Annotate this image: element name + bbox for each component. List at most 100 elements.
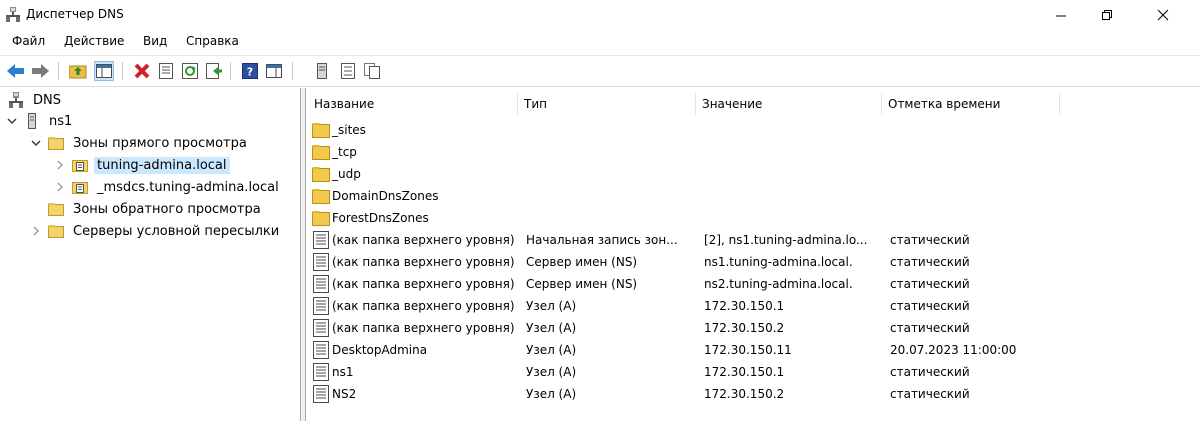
tree-node-label: tuning-admina.local xyxy=(94,156,230,174)
record-name: ForestDnsZones xyxy=(332,211,429,225)
record-name: ns1 xyxy=(332,365,354,379)
export-icon xyxy=(206,63,222,79)
tree-node-reverse-lookup-zones[interactable]: Зоны обратного просмотра xyxy=(48,199,264,219)
folder-icon xyxy=(312,211,330,226)
delete-button[interactable] xyxy=(132,61,152,81)
copy-button[interactable] xyxy=(362,61,382,81)
column-header-timestamp[interactable]: Отметка времени xyxy=(884,93,1060,115)
table-row[interactable]: (как папка верхнего уровня) Начальная зап… xyxy=(306,229,1200,251)
chevron-right-icon[interactable] xyxy=(54,181,66,193)
table-row[interactable]: _tcp xyxy=(306,141,1200,163)
tree-node-forward-lookup-zones[interactable]: Зоны прямого просмотра xyxy=(30,133,250,153)
minimize-button[interactable] xyxy=(1038,0,1084,30)
table-row[interactable]: ns1 Узел (A) 172.30.150.1 статический xyxy=(306,361,1200,383)
records-list: Название Тип Значение Отметка времени _s… xyxy=(306,88,1200,421)
toolbar-separator xyxy=(292,62,293,80)
chevron-right-icon[interactable] xyxy=(54,159,66,171)
restore-button[interactable] xyxy=(1084,0,1130,30)
menu-file[interactable]: Файл xyxy=(12,34,45,48)
chevron-down-icon[interactable] xyxy=(30,137,42,149)
chevron-right-icon[interactable] xyxy=(30,225,42,237)
column-header-name[interactable]: Название xyxy=(310,93,518,115)
tree-node-label: Серверы условной пересылки xyxy=(73,223,280,239)
help-button[interactable]: ? xyxy=(240,61,260,81)
column-header-type[interactable]: Тип xyxy=(520,93,696,115)
folder-icon xyxy=(48,137,64,150)
table-row[interactable]: (как папка верхнего уровня) Узел (A) 172.3… xyxy=(306,317,1200,339)
refresh-icon xyxy=(182,63,198,79)
delete-icon xyxy=(134,63,150,79)
tree-node-zone-tuning-admina-local[interactable]: tuning-admina.local xyxy=(54,155,230,175)
table-row[interactable]: _udp xyxy=(306,163,1200,185)
record-name-cell: (как папка верхнего уровня) xyxy=(312,317,515,339)
export-list-button[interactable] xyxy=(204,61,224,81)
record-type: Узел (A) xyxy=(526,299,577,313)
back-button[interactable] xyxy=(6,61,26,81)
tree-node-conditional-forwarders[interactable]: Серверы условной пересылки xyxy=(30,221,282,241)
record-icon xyxy=(313,253,329,271)
record-name: (как папка верхнего уровня) xyxy=(332,277,515,291)
record-name: DesktopAdmina xyxy=(332,343,428,357)
record-name: (как папка верхнего уровня) xyxy=(332,321,515,335)
toolbar-separator xyxy=(122,62,123,80)
forward-arrow-icon xyxy=(32,64,49,78)
table-row[interactable]: _sites xyxy=(306,119,1200,141)
record-name-cell: (как папка верхнего уровня) xyxy=(312,251,515,273)
new-server-button[interactable] xyxy=(312,61,332,81)
tree-node-ns1[interactable]: ns1 xyxy=(6,111,75,131)
restore-icon xyxy=(1102,10,1112,20)
record-timestamp: статический xyxy=(890,277,970,291)
close-icon xyxy=(1157,9,1169,21)
table-row[interactable]: (как папка верхнего уровня) Узел (A) 172.3… xyxy=(306,295,1200,317)
record-name: DomainDnsZones xyxy=(332,189,439,203)
record-timestamp: статический xyxy=(890,365,970,379)
menu-action[interactable]: Действие xyxy=(64,34,124,48)
zone-icon xyxy=(72,182,88,194)
table-row[interactable]: DesktopAdmina Узел (A) 172.30.150.11 20.07.… xyxy=(306,339,1200,361)
table-row[interactable]: (как папка верхнего уровня) Сервер имен (… xyxy=(306,251,1200,273)
record-icon xyxy=(313,341,329,359)
toolbar-separator xyxy=(58,62,59,80)
chevron-down-icon[interactable] xyxy=(6,115,18,127)
refresh-button[interactable] xyxy=(180,61,200,81)
tree-node-dns[interactable]: DNS xyxy=(8,90,64,110)
record-value: 172.30.150.11 xyxy=(704,343,792,357)
table-row[interactable]: NS2 Узел (A) 172.30.150.2 статический xyxy=(306,383,1200,405)
show-hide-tree-button[interactable] xyxy=(94,61,114,81)
record-list-button[interactable] xyxy=(338,61,358,81)
table-row[interactable]: ForestDnsZones xyxy=(306,207,1200,229)
forward-button[interactable] xyxy=(30,61,50,81)
column-header-value[interactable]: Значение xyxy=(698,93,882,115)
record-timestamp: статический xyxy=(890,299,970,313)
toolbar-separator xyxy=(230,62,231,80)
copy-icon xyxy=(364,63,380,79)
record-name: _tcp xyxy=(332,145,357,159)
record-type: Узел (A) xyxy=(526,321,577,335)
close-button[interactable] xyxy=(1140,0,1186,30)
record-name-cell: ns1 xyxy=(312,361,354,383)
record-timestamp: статический xyxy=(890,387,970,401)
record-name: NS2 xyxy=(332,387,357,401)
tree-node-zone-msdcs[interactable]: _msdcs.tuning-admina.local xyxy=(54,177,282,197)
table-row[interactable]: (как папка верхнего уровня) Сервер имен (… xyxy=(306,273,1200,295)
server-icon xyxy=(317,63,327,79)
menu-view[interactable]: Вид xyxy=(143,34,167,48)
menu-help[interactable]: Справка xyxy=(186,34,239,48)
back-arrow-icon xyxy=(7,64,24,78)
show-action-pane-button[interactable] xyxy=(264,61,284,81)
record-name-cell: (как папка верхнего уровня) xyxy=(312,229,515,251)
record-name: _sites xyxy=(332,123,366,137)
tree-node-label: Зоны обратного просмотра xyxy=(73,201,261,217)
record-name-cell: _tcp xyxy=(312,141,357,163)
table-row[interactable]: DomainDnsZones xyxy=(306,185,1200,207)
record-name-cell: _udp xyxy=(312,163,361,185)
record-list-icon xyxy=(341,63,355,79)
properties-button[interactable] xyxy=(156,61,176,81)
up-level-button[interactable] xyxy=(68,61,88,81)
record-type: Сервер имен (NS) xyxy=(526,277,638,291)
tree-node-label: _msdcs.tuning-admina.local xyxy=(97,179,279,195)
record-type: Начальная запись зон... xyxy=(526,233,678,247)
menu-bar: Файл Действие Вид Справка xyxy=(0,30,1200,52)
record-timestamp: статический xyxy=(890,321,970,335)
record-value: ns1.tuning-admina.local. xyxy=(704,255,853,269)
